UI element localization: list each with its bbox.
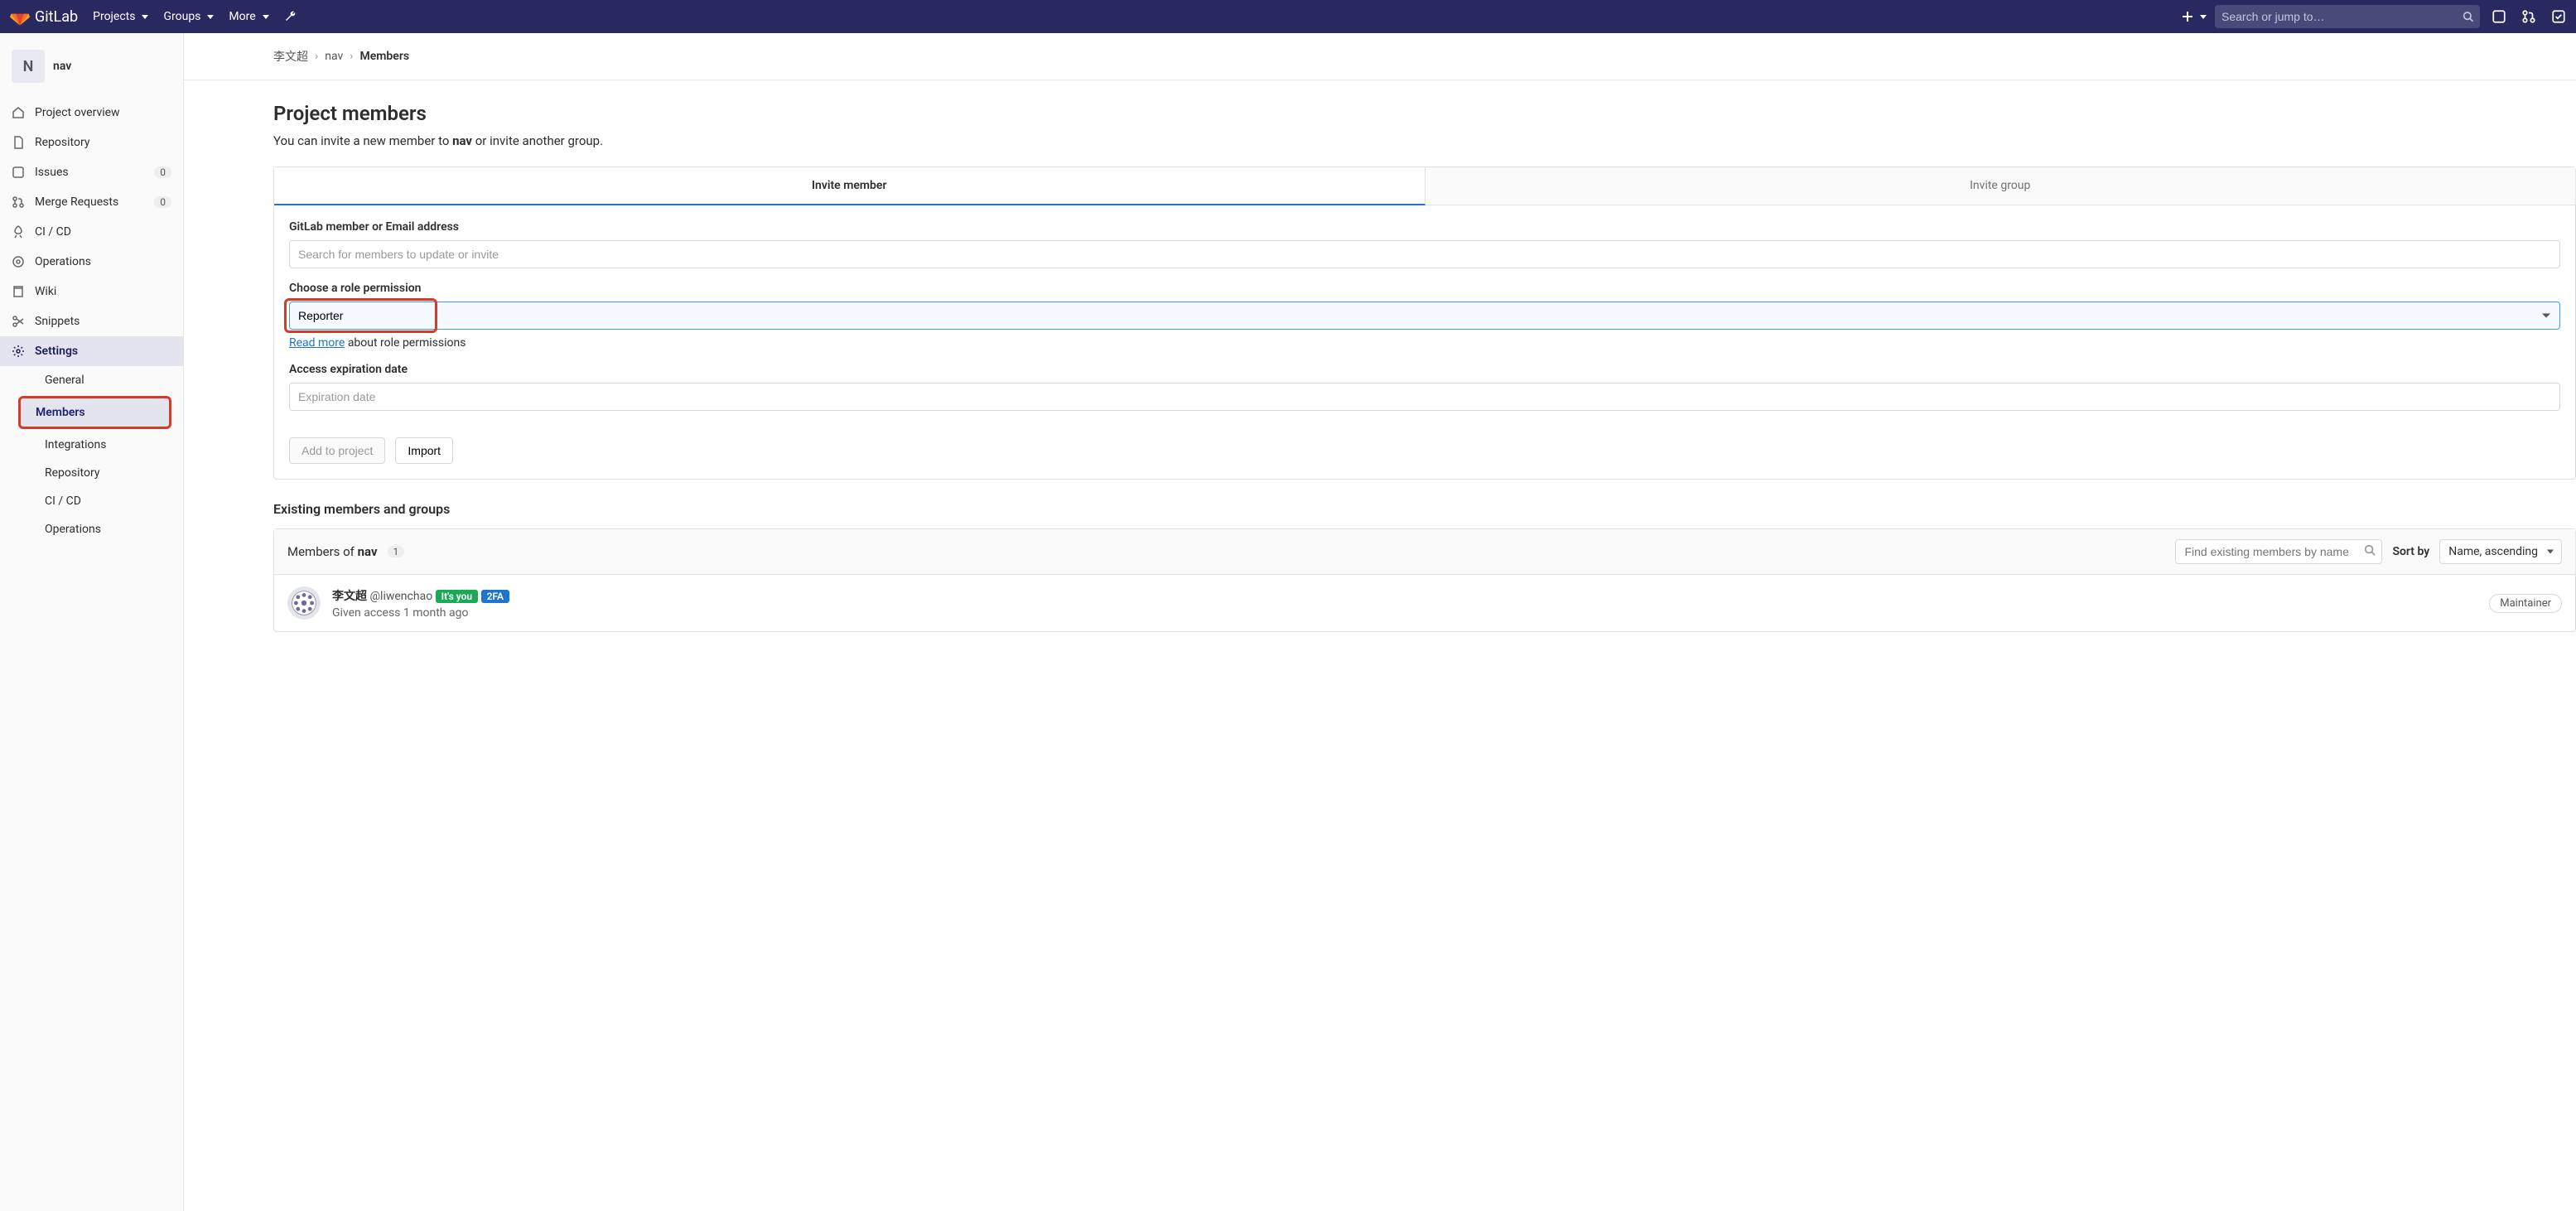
sort-select[interactable]: Name, ascending bbox=[2439, 539, 2562, 564]
home-icon bbox=[12, 106, 25, 119]
chevron-right-icon: › bbox=[315, 50, 318, 63]
issues-icon[interactable] bbox=[2492, 9, 2506, 24]
member-access-text: Given access 1 month ago bbox=[332, 606, 509, 620]
import-button[interactable]: Import bbox=[395, 437, 453, 464]
sidebar-item-issues[interactable]: Issues 0 bbox=[0, 157, 183, 187]
nav-more[interactable]: More bbox=[229, 10, 268, 23]
plus-icon bbox=[2182, 11, 2193, 22]
search-icon bbox=[2364, 544, 2376, 559]
sub-cicd[interactable]: CI / CD bbox=[33, 487, 183, 515]
member-row: 李文超 @liwenchao It's you 2FA Given access… bbox=[274, 575, 2575, 631]
sidebar-item-settings[interactable]: Settings bbox=[0, 336, 183, 366]
find-members-input[interactable] bbox=[2175, 539, 2382, 564]
member-role-badge: Maintainer bbox=[2489, 594, 2562, 613]
sort-label: Sort by bbox=[2392, 545, 2429, 558]
its-you-badge: It's you bbox=[436, 590, 478, 603]
sub-general[interactable]: General bbox=[33, 366, 183, 394]
operations-icon bbox=[12, 255, 25, 268]
sidebar-item-repository[interactable]: Repository bbox=[0, 128, 183, 157]
sidebar-item-overview[interactable]: Project overview bbox=[0, 98, 183, 128]
project-name: nav bbox=[53, 60, 71, 73]
role-select[interactable]: Reporter bbox=[289, 302, 2560, 330]
sidebar-item-operations[interactable]: Operations bbox=[0, 247, 183, 277]
admin-wrench-icon[interactable] bbox=[284, 10, 297, 23]
invite-panel: Invite member Invite group GitLab member… bbox=[273, 166, 2576, 480]
member-avatar[interactable] bbox=[287, 586, 321, 620]
main-content: 李文超 › nav › Members Project members You … bbox=[184, 33, 2576, 1211]
issues-icon bbox=[12, 166, 25, 179]
role-help-link[interactable]: Read more bbox=[289, 336, 345, 350]
chevron-right-icon: › bbox=[350, 50, 353, 63]
breadcrumb-project[interactable]: nav bbox=[325, 50, 343, 63]
search-input[interactable] bbox=[2221, 10, 2463, 23]
top-nav: GitLab Projects Groups More bbox=[0, 0, 2576, 33]
file-icon bbox=[12, 136, 25, 149]
tab-invite-group[interactable]: Invite group bbox=[1425, 167, 2576, 205]
rocket-icon bbox=[12, 225, 25, 239]
new-dropdown[interactable] bbox=[2182, 10, 2207, 23]
members-box: Members of nav 1 Sort by Name, ascending bbox=[273, 528, 2576, 632]
gear-icon bbox=[12, 345, 25, 358]
search-icon bbox=[2463, 11, 2473, 22]
member-label: GitLab member or Email address bbox=[289, 220, 2560, 234]
book-icon bbox=[12, 285, 25, 298]
breadcrumb-owner[interactable]: 李文超 bbox=[273, 48, 308, 65]
todos-icon[interactable] bbox=[2551, 9, 2566, 24]
expire-label: Access expiration date bbox=[289, 363, 2560, 376]
tab-invite-member[interactable]: Invite member bbox=[274, 167, 1425, 205]
nav-links: Projects Groups More bbox=[93, 10, 297, 23]
page-title: Project members bbox=[273, 102, 2576, 125]
expire-input[interactable] bbox=[289, 383, 2560, 411]
breadcrumb-current: Members bbox=[359, 50, 409, 63]
sidebar-item-cicd[interactable]: CI / CD bbox=[0, 217, 183, 247]
member-input[interactable] bbox=[289, 240, 2560, 268]
scissors-icon bbox=[12, 315, 25, 328]
sub-integrations[interactable]: Integrations bbox=[33, 431, 183, 459]
global-search[interactable] bbox=[2215, 5, 2480, 28]
sub-operations[interactable]: Operations bbox=[33, 515, 183, 543]
sidebar-item-wiki[interactable]: Wiki bbox=[0, 277, 183, 306]
nav-projects[interactable]: Projects bbox=[93, 10, 148, 23]
member-username: @liwenchao bbox=[369, 590, 432, 603]
members-count: 1 bbox=[388, 546, 405, 557]
member-name[interactable]: 李文超 bbox=[332, 590, 367, 603]
sidebar-item-merge-requests[interactable]: Merge Requests 0 bbox=[0, 187, 183, 217]
invite-tabs: Invite member Invite group bbox=[274, 167, 2575, 205]
gitlab-logo[interactable]: GitLab bbox=[10, 7, 78, 27]
members-header: Members of nav 1 Sort by Name, ascending bbox=[274, 529, 2575, 575]
existing-heading: Existing members and groups bbox=[273, 501, 2576, 517]
merge-request-icon[interactable] bbox=[2521, 9, 2536, 24]
header-right-icons bbox=[2492, 9, 2566, 24]
role-label: Choose a role permission bbox=[289, 282, 2560, 295]
sidebar: N nav Project overview Repository Issues… bbox=[0, 33, 184, 1211]
members-of-text: Members of nav bbox=[287, 544, 378, 559]
nav-groups[interactable]: Groups bbox=[163, 10, 214, 23]
sub-members[interactable]: Members bbox=[18, 396, 171, 429]
settings-submenu: General Members Integrations Repository … bbox=[0, 366, 183, 543]
merge-icon bbox=[12, 195, 25, 209]
tanuki-icon bbox=[10, 7, 30, 27]
sidebar-item-snippets[interactable]: Snippets bbox=[0, 306, 183, 336]
page-subtext: You can invite a new member to nav or in… bbox=[273, 133, 2576, 148]
sidebar-project[interactable]: N nav bbox=[0, 41, 183, 91]
sub-repository[interactable]: Repository bbox=[33, 459, 183, 487]
twofa-badge: 2FA bbox=[481, 590, 509, 603]
breadcrumb: 李文超 › nav › Members bbox=[273, 48, 2576, 65]
add-to-project-button[interactable]: Add to project bbox=[289, 437, 385, 464]
brand-text: GitLab bbox=[35, 8, 78, 26]
project-avatar: N bbox=[12, 50, 45, 83]
